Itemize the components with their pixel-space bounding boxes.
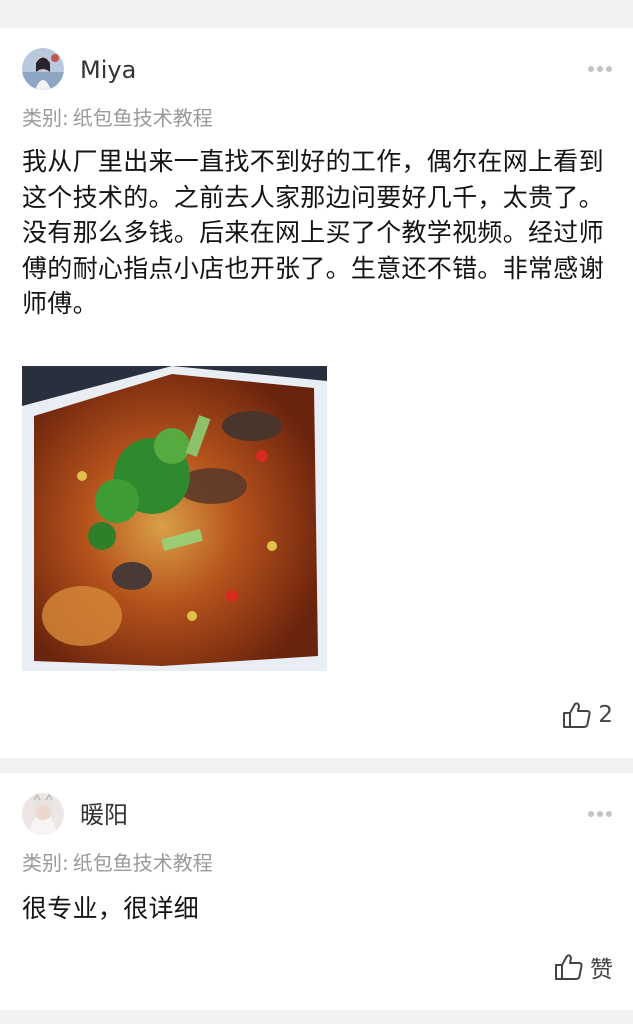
avatar[interactable] [22, 48, 64, 90]
more-options-icon[interactable] [587, 65, 613, 73]
like-button[interactable]: 赞 [554, 951, 613, 983]
avatar[interactable] [22, 793, 64, 835]
username[interactable]: 暖阳 [80, 800, 128, 830]
category-value: 纸包鱼技术教程 [72, 106, 213, 130]
like-label: 赞 [590, 957, 613, 983]
category-label: 类别: [22, 851, 69, 875]
comment-category: 类别: 纸包鱼技术教程 [22, 849, 213, 877]
comment-text: 很专业，很详细 [22, 894, 200, 923]
category-value: 纸包鱼技术教程 [72, 851, 213, 875]
more-options-icon[interactable] [587, 810, 613, 818]
comment-photo[interactable] [22, 366, 327, 671]
thumbs-up-icon [563, 702, 591, 728]
username[interactable]: Miya [80, 55, 136, 85]
comment-text: 我从厂里出来一直找不到好的工作，偶尔在网上看到这个技术的。之前去人家那边问要好几… [22, 147, 604, 318]
comment-card: Miya 类别: 纸包鱼技术教程 我从厂里出来一直找不到好的工作，偶尔在网上看到这… [0, 28, 633, 758]
comment-category: 类别: 纸包鱼技术教程 [22, 104, 213, 132]
thumbs-up-icon [555, 954, 583, 980]
like-count: 2 [598, 702, 613, 728]
like-button[interactable]: 2 [562, 699, 613, 731]
comment-card: 暖阳 类别: 纸包鱼技术教程 很专业，很详细 赞 [0, 773, 633, 1010]
category-label: 类别: [22, 106, 69, 130]
